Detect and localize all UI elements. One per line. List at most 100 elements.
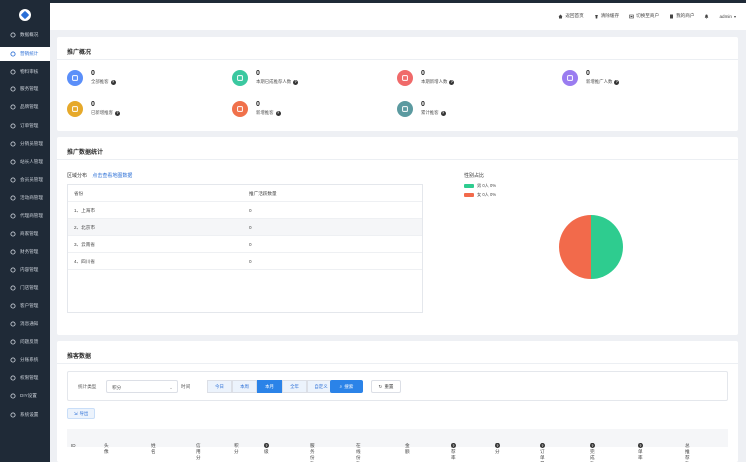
sidebar-item-users[interactable]: 会员员管理 (0, 173, 50, 187)
monitor-icon (10, 32, 16, 38)
help-icon[interactable]: ? (495, 443, 500, 448)
flag-icon (10, 195, 16, 201)
export-button[interactable]: ⇲ 导出 (67, 408, 95, 419)
box-icon (10, 69, 16, 75)
sidebar-item-share[interactable]: 分销员管理 (0, 137, 50, 151)
time-range-option[interactable]: 今日 (207, 380, 232, 393)
switch-merchant-link[interactable]: 切换至商户 (629, 13, 659, 19)
help-icon[interactable]: ? (293, 79, 299, 85)
help-icon[interactable]: ? (451, 443, 456, 448)
data-table-header: ID头像姓名信用分积分等级?服务份数在线份数金额推荐率?积分?总订单量?已完成数… (67, 429, 728, 462)
stat-item: 0 新增推客? (232, 101, 281, 117)
stat-type-select[interactable]: 积分 ⌄ (106, 380, 178, 393)
help-icon[interactable]: ? (540, 443, 545, 448)
time-range-option[interactable]: 本周 (232, 380, 257, 393)
filter-bar: 统计类型 积分 ⌄ 时间 今日 本周 本月 全年 自定义 ⌕ 搜索 ↻ 重置 (67, 371, 728, 401)
sidebar-item-bell[interactable]: 消息通知 (0, 317, 50, 331)
sidebar-item-diy[interactable]: DIY设置 (0, 389, 50, 403)
stat-value: 0 (91, 101, 95, 108)
promo-data-title: 推客数据 (67, 354, 92, 360)
sidebar-item-tag[interactable]: 品牌管理 (0, 100, 50, 114)
sidebar-item-order[interactable]: 订单管理 (0, 119, 50, 133)
building-icon (670, 14, 674, 18)
feedback-icon (10, 339, 16, 345)
bell-icon (10, 321, 16, 327)
help-icon[interactable]: ? (275, 110, 281, 116)
promo-data-card: 推客数据 统计类型 积分 ⌄ 时间 今日 本周 本月 全年 自定义 ⌕ 搜索 ↻ 重置 … (57, 341, 738, 462)
sidebar-item-lock[interactable]: 权限管理 (0, 371, 50, 385)
sidebar-item-gear[interactable]: 系统设置 (0, 408, 50, 422)
sidebar-item-flag[interactable]: 活动商管理 (0, 191, 50, 205)
sidebar-item-label: 门店管理 (20, 285, 39, 290)
table-header: 省份 推广活跃数量 (68, 185, 422, 202)
sidebar-item-label: 客户管理 (20, 303, 39, 308)
logo[interactable] (0, 0, 50, 30)
sidebar: 数据概况营销统计物料审核服务管理品牌管理订单管理分销员管理站长人管理会员员管理活… (0, 0, 50, 462)
shop-icon (10, 231, 16, 237)
time-label: 时间 (181, 384, 191, 389)
sidebar-item-label: 内容管理 (20, 267, 39, 272)
help-icon[interactable]: ? (614, 79, 620, 85)
time-range-option[interactable]: 全年 (282, 380, 307, 393)
sidebar-item-label: 服务管理 (20, 86, 39, 91)
bell-icon (705, 14, 709, 19)
stat-item: 0 新增推广人数? (562, 70, 620, 86)
stat-value: 0 (586, 70, 590, 77)
help-icon[interactable]: ? (264, 443, 269, 448)
pie-slice-male[interactable] (591, 215, 623, 279)
table-row[interactable]: 3、云南省 0 (68, 236, 422, 253)
sidebar-item-wallet[interactable]: 财务管理 (0, 245, 50, 259)
sidebar-item-split[interactable]: 分账系统 (0, 353, 50, 367)
promo-stats-title: 推广数据统计 (67, 150, 104, 156)
sidebar-item-label: 订单管理 (20, 123, 39, 128)
map-data-link[interactable]: 点击查看地图数据 (92, 173, 132, 179)
sidebar-item-monitor[interactable]: 数据概况 (0, 28, 50, 42)
sidebar-item-chart[interactable]: 营销统计 (0, 47, 50, 61)
help-icon[interactable]: ? (590, 443, 595, 448)
stat-label: 本期已成推荐人数 (256, 79, 292, 84)
stat-item: 0 本期新增人数? (397, 70, 455, 86)
help-icon[interactable]: ? (440, 110, 446, 116)
sidebar-item-label: 活动商管理 (20, 195, 43, 200)
table-row[interactable]: 4、四川省 0 (68, 253, 422, 270)
sidebar-item-shop[interactable]: 商家管理 (0, 227, 50, 241)
diy-icon (10, 393, 16, 399)
service-icon (10, 86, 16, 92)
province-cell: 4、四川省 (74, 259, 95, 264)
sidebar-item-store[interactable]: 门店管理 (0, 281, 50, 295)
sidebar-item-user[interactable]: 站长人管理 (0, 155, 50, 169)
legend-male[interactable]: 男 0人 0% (464, 183, 496, 189)
table-row[interactable]: 1、上海市 0 (68, 202, 422, 219)
reset-button[interactable]: ↻ 重置 (371, 380, 401, 393)
legend-female[interactable]: 女 0人 0% (464, 192, 496, 198)
heart-icon (397, 70, 413, 86)
user-menu[interactable]: admin ▾ (719, 14, 736, 19)
notification-button[interactable] (704, 14, 709, 19)
time-range-option[interactable]: 本月 (257, 380, 282, 393)
sidebar-item-label: 消息通知 (20, 321, 39, 326)
sidebar-item-service[interactable]: 服务管理 (0, 82, 50, 96)
search-button[interactable]: ⌕ 搜索 (330, 380, 363, 393)
my-merchant-link[interactable]: 我的商户 (669, 13, 694, 19)
clear-cache-link[interactable]: 清除缓存 (594, 13, 619, 19)
home-link[interactable]: 返回首页 (558, 13, 584, 19)
sidebar-item-feedback[interactable]: 问题反馈 (0, 335, 50, 349)
region-header: 区域分布 点击查看地图数据 (67, 172, 132, 179)
sidebar-item-content[interactable]: 内容管理 (0, 263, 50, 277)
legend-swatch (464, 184, 474, 188)
agent-icon (10, 213, 16, 219)
wallet-icon (10, 249, 16, 255)
help-icon[interactable]: ? (114, 110, 120, 116)
sidebar-item-label: DIY设置 (20, 393, 37, 398)
sidebar-item-box[interactable]: 物料审核 (0, 65, 50, 79)
help-icon[interactable]: ? (638, 443, 643, 448)
sidebar-item-customer[interactable]: 客户管理 (0, 299, 50, 313)
pie-slice-female[interactable] (559, 215, 591, 279)
sidebar-item-agent[interactable]: 代理商管理 (0, 209, 50, 223)
table-row[interactable]: 2、北京市 0 (68, 219, 422, 236)
count-cell: 0 (249, 242, 252, 247)
lock-icon (10, 375, 16, 381)
logo-icon (19, 9, 31, 21)
help-icon[interactable]: ? (449, 79, 455, 85)
help-icon[interactable]: ? (110, 79, 116, 85)
